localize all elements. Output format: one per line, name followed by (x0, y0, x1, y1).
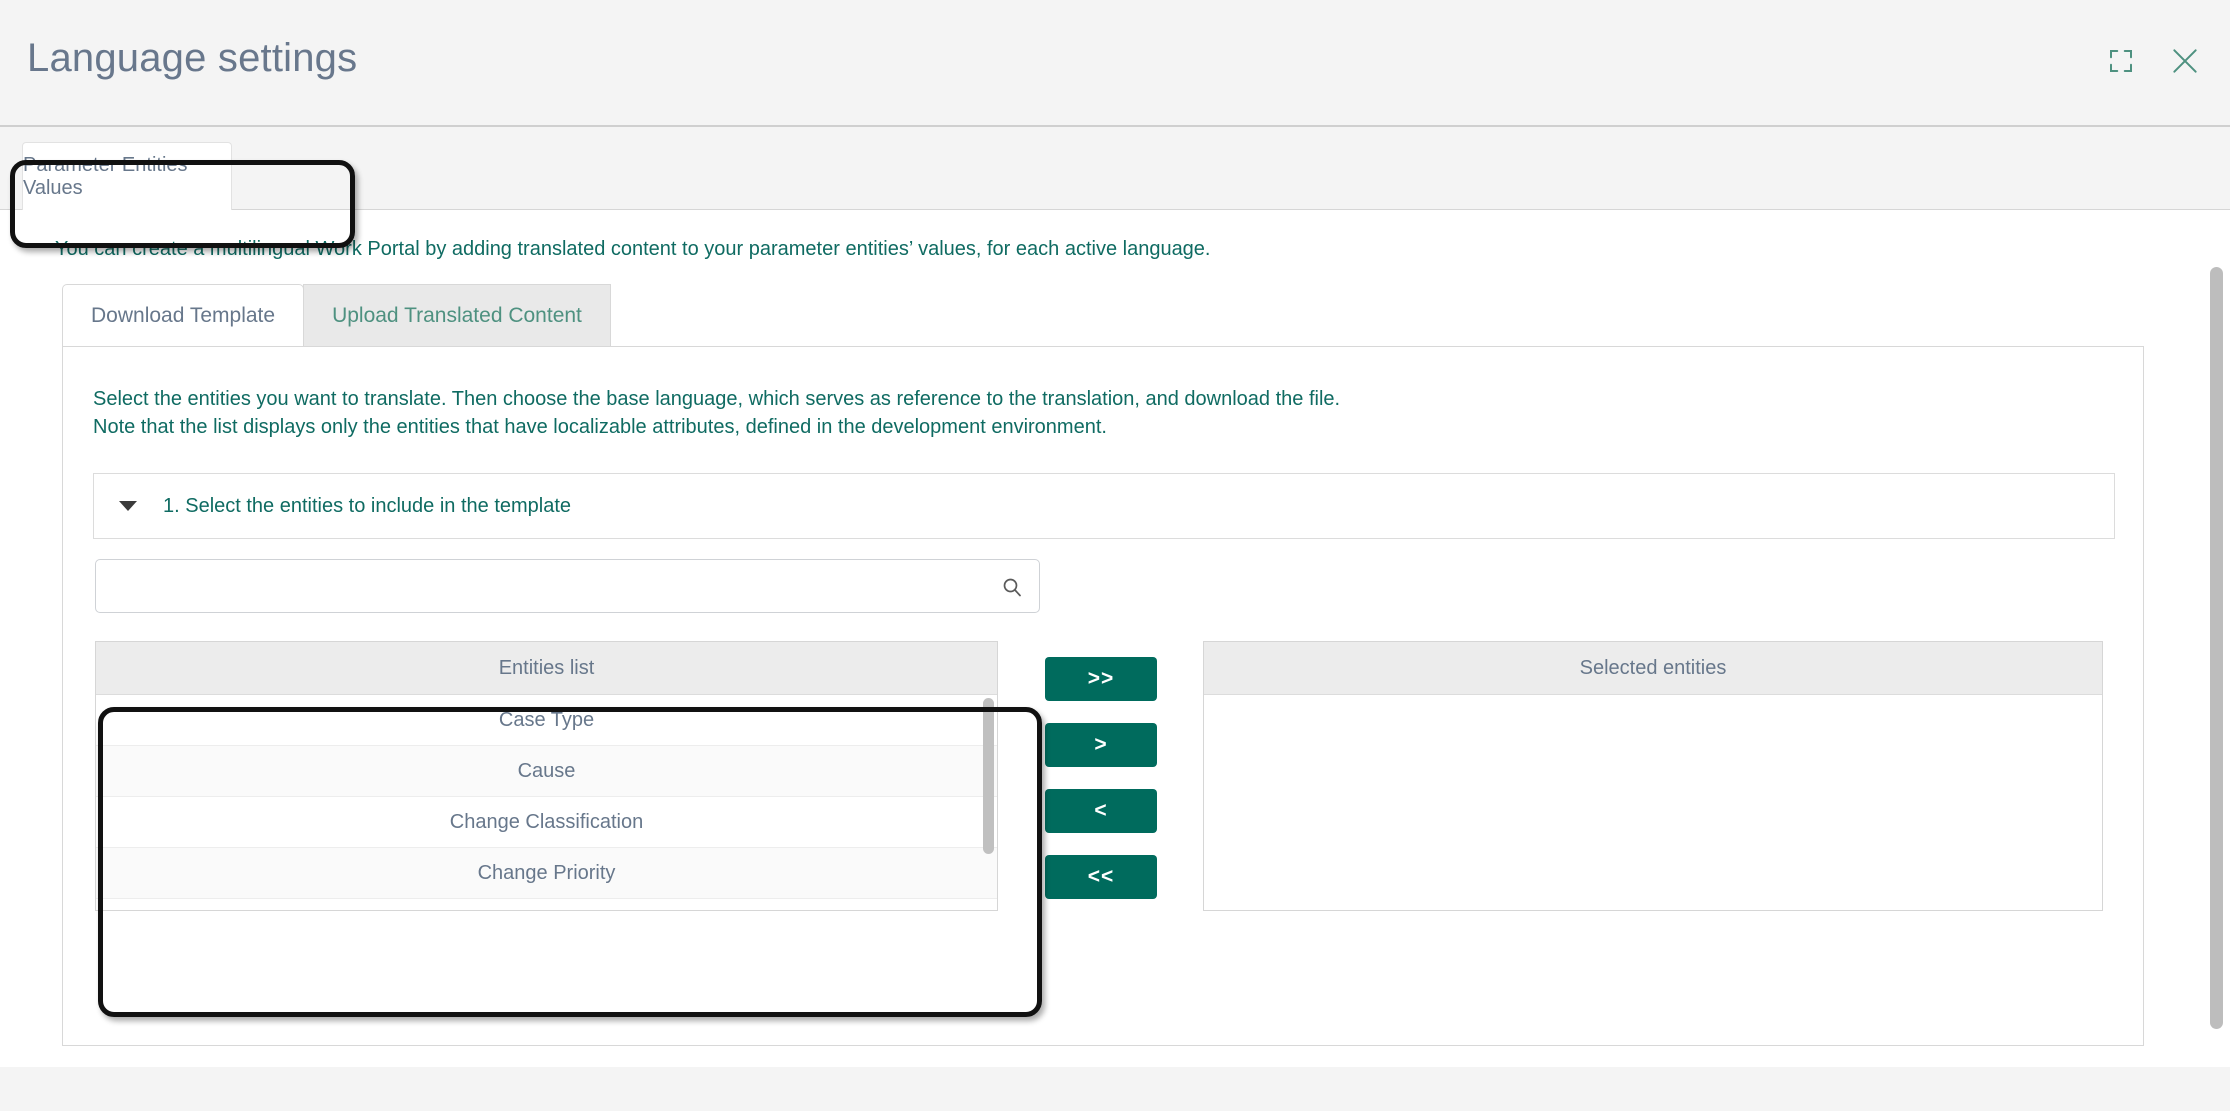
dialog-content: You can create a multilingual Work Porta… (0, 210, 2230, 1111)
panel-instructions: Select the entities you want to translat… (93, 385, 1340, 442)
tab-download-template[interactable]: Download Template (62, 284, 305, 346)
list-item[interactable]: Case Type (96, 695, 997, 746)
page-scrollbar-track[interactable] (2208, 127, 2230, 1111)
content-bottom-edge (0, 1067, 2230, 1111)
list-item[interactable]: Cause (96, 746, 997, 797)
outer-tab-strip: Parameter Entities Values (0, 127, 2230, 210)
transfer-button-group: >> > < << (1045, 657, 1157, 899)
move-right-button[interactable]: > (1045, 723, 1157, 767)
move-all-left-button[interactable]: << (1045, 855, 1157, 899)
search-input[interactable] (96, 560, 981, 612)
instruction-line-2: Note that the list displays only the ent… (93, 416, 1107, 439)
list-item[interactable]: Change Classification (96, 797, 997, 848)
instruction-line-1: Select the entities you want to translat… (93, 388, 1341, 410)
header-actions (2104, 44, 2202, 78)
selected-entities-box: Selected entities (1203, 641, 2103, 911)
tab-upload-translated-content-label: Upload Translated Content (332, 303, 582, 327)
selected-entities-header: Selected entities (1204, 642, 2102, 695)
expand-icon[interactable] (2104, 44, 2138, 78)
page-scrollbar-thumb[interactable] (2210, 267, 2223, 1029)
entities-list-rows: Case Type Cause Change Classification Ch… (96, 695, 997, 899)
accordion-select-entities[interactable]: 1. Select the entities to include in the… (93, 473, 2115, 539)
entities-list-scrollbar[interactable] (983, 698, 994, 854)
inner-tab-bar: Download Template Upload Translated Cont… (62, 284, 611, 346)
accordion-select-entities-label: 1. Select the entities to include in the… (163, 494, 572, 517)
download-template-panel: Select the entities you want to translat… (62, 346, 2144, 1046)
entities-list-header: Entities list (96, 642, 997, 695)
move-all-right-button[interactable]: >> (1045, 657, 1157, 701)
intro-text: You can create a multilingual Work Porta… (55, 238, 1211, 260)
search-box[interactable] (95, 559, 1040, 613)
page-title: Language settings (27, 36, 358, 80)
close-icon[interactable] (2168, 44, 2202, 78)
dialog-header: Language settings (0, 0, 2230, 127)
list-item[interactable]: Change Priority (96, 848, 997, 899)
entities-list-box: Entities list Case Type Cause Change Cla… (95, 641, 998, 911)
tab-upload-translated-content[interactable]: Upload Translated Content (303, 284, 611, 346)
tab-download-template-label: Download Template (91, 303, 276, 327)
chevron-down-icon (119, 501, 137, 511)
search-icon[interactable] (997, 572, 1027, 602)
language-settings-dialog: Language settings Parameter Entities Val… (0, 0, 2230, 1111)
move-left-button[interactable]: < (1045, 789, 1157, 833)
outer-tab-label: Parameter Entities Values (23, 153, 188, 199)
tab-parameter-entities-values[interactable]: Parameter Entities Values (22, 142, 232, 210)
